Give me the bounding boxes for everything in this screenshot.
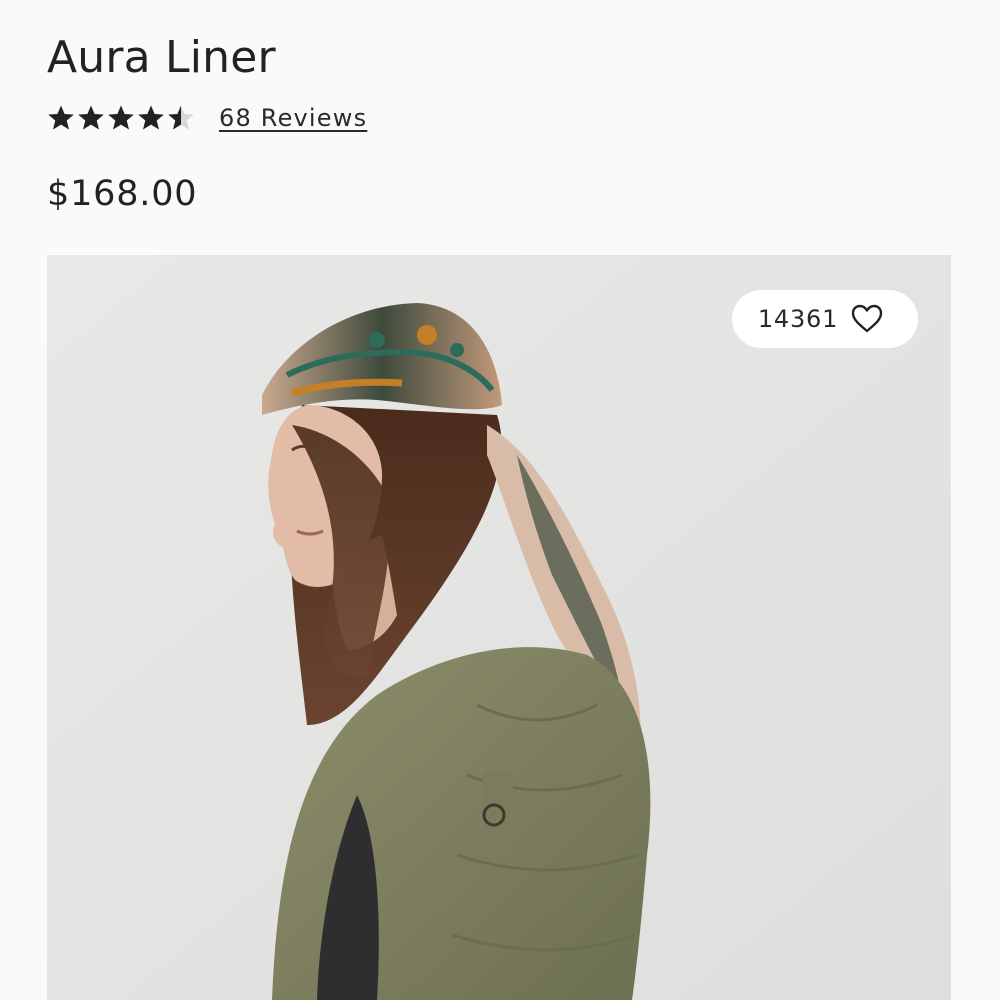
star-icon (108, 105, 134, 130)
star-icon (138, 105, 164, 130)
favorite-button[interactable]: 14361 (732, 290, 918, 348)
star-icon (168, 105, 194, 130)
product-photo (47, 255, 951, 1000)
rating-row: 68 Reviews (47, 102, 367, 134)
star-icon (48, 105, 74, 130)
reviews-link[interactable]: 68 Reviews (219, 104, 367, 132)
star-icon (78, 105, 104, 130)
favorite-count: 14361 (757, 305, 839, 333)
product-page: Aura Liner 68 Reviews $168.00 14361 (0, 0, 1000, 1000)
heart-outline-icon (850, 304, 884, 334)
product-title: Aura Liner (47, 32, 276, 83)
star-rating[interactable] (47, 104, 195, 132)
product-image[interactable] (47, 255, 951, 1000)
product-price: $168.00 (47, 174, 198, 214)
